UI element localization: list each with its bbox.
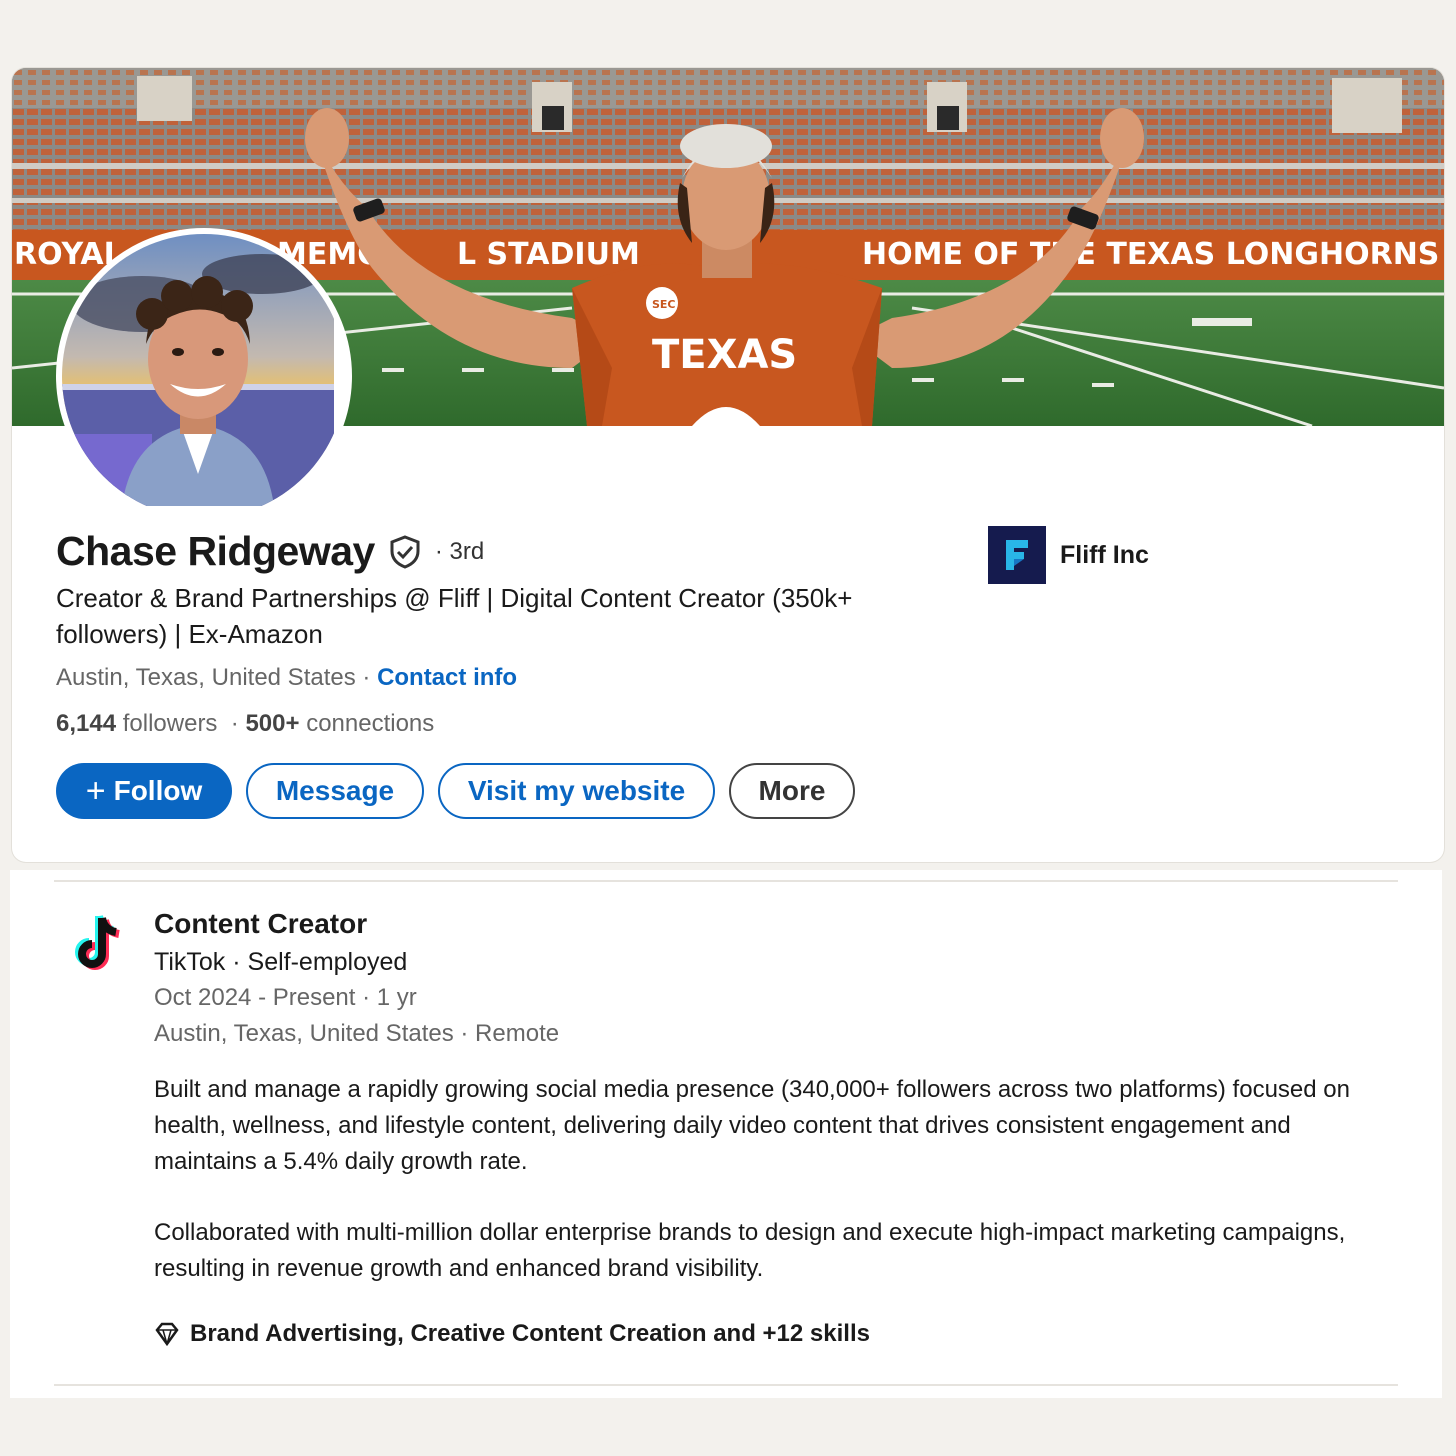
plus-icon: + xyxy=(85,771,106,810)
name-row: Chase Ridgeway · 3rd xyxy=(56,528,484,575)
contact-info-link[interactable]: Contact info xyxy=(377,664,517,691)
connections-count: 500+ xyxy=(245,710,300,737)
banner-text-stadium: L STADIUM xyxy=(457,237,640,272)
skills-text: Brand Advertising, Creative Content Crea… xyxy=(190,1320,870,1347)
message-button[interactable]: Message xyxy=(246,763,424,819)
stats-separator: · xyxy=(230,710,239,737)
diamond-icon xyxy=(155,1322,179,1347)
profile-avatar[interactable] xyxy=(56,228,352,524)
company-name: Fliff Inc xyxy=(1060,540,1149,569)
experience-card: Content Creator TikTok · Self-employed O… xyxy=(10,870,1442,1398)
jersey-text: TEXAS xyxy=(652,332,797,378)
followers-count: 6,144 xyxy=(56,710,117,737)
stats-row: 6,144 followers · 500+ connections xyxy=(56,710,434,738)
banner-text-right: HOME OF THE TEXAS LONGHORNS xyxy=(862,237,1439,272)
description-paragraph: Built and manage a rapidly growing socia… xyxy=(154,1076,1350,1175)
visit-website-button[interactable]: Visit my website xyxy=(438,763,715,819)
divider xyxy=(54,1384,1398,1386)
experience-dates: Oct 2024 - Present · 1 yr xyxy=(154,984,417,1011)
divider xyxy=(54,880,1398,882)
tiktok-logo-icon[interactable] xyxy=(66,912,130,976)
more-button[interactable]: More xyxy=(729,763,855,819)
description-paragraph: Collaborated with multi-million dollar e… xyxy=(154,1219,1346,1282)
location-row: Austin, Texas, United States · Contact i… xyxy=(56,664,517,692)
follow-button[interactable]: + Follow xyxy=(56,763,232,819)
follow-label: Follow xyxy=(113,775,203,806)
experience-location: Austin, Texas, United States · Remote xyxy=(154,1020,560,1047)
profile-card: ROYAL MEMO L STADIUM HOME OF THE TEXAS L… xyxy=(12,68,1444,862)
profile-actions: + Follow Message Visit my website More xyxy=(56,763,855,819)
current-company[interactable]: Fliff Inc xyxy=(988,526,1149,584)
fliff-logo-icon xyxy=(988,526,1046,584)
verified-shield-icon[interactable] xyxy=(387,534,423,570)
skills-row[interactable]: Brand Advertising, Creative Content Crea… xyxy=(154,1320,870,1348)
jersey-patch: SEC xyxy=(652,298,676,311)
avatar-image xyxy=(62,234,334,506)
profile-headline: Creator & Brand Partnerships @ Fliff | D… xyxy=(56,583,853,649)
connection-degree: · 3rd xyxy=(434,537,485,565)
experience-description: Built and manage a rapidly growing socia… xyxy=(154,1072,1354,1322)
experience-title[interactable]: Content Creator xyxy=(154,908,367,940)
profile-location: Austin, Texas, United States · xyxy=(56,664,371,691)
followers-label: followers xyxy=(122,710,218,737)
experience-company: TikTok · Self-employed xyxy=(154,948,408,976)
profile-name: Chase Ridgeway xyxy=(56,528,375,574)
connections-label: connections xyxy=(306,710,435,737)
followers-stat[interactable]: 6,144 followers xyxy=(56,710,217,737)
connections-stat[interactable]: 500+ connections xyxy=(245,710,434,737)
